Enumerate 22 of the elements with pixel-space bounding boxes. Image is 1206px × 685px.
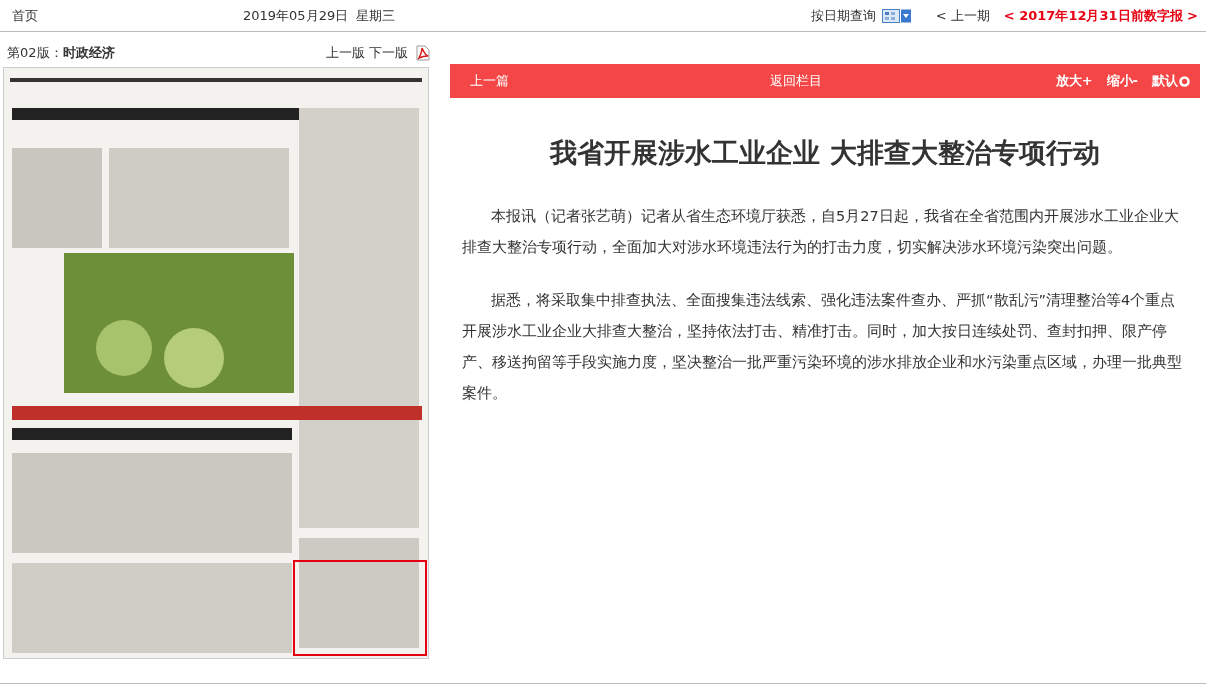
pdf-icon[interactable] (416, 45, 430, 61)
highlight-frame[interactable] (293, 560, 427, 656)
date-text: 2019年05月29日 (243, 6, 349, 25)
next-page-link[interactable]: 下一版 (369, 44, 408, 62)
reset-button[interactable]: 默认 (1152, 72, 1190, 90)
article-paragraph: 据悉，将采取集中排查执法、全面搜集违法线索、强化违法案件查办、严抓“散乱污”清理整治等4个重点开展涉水工业企业大排查大整治，坚持依法打击、精准打击。同时，加大按日连续处罚、查封扣押、限产停产、移送拘留等手段实施力度，坚决整治一批严重污染环境的涉水排放企业和水污染重点区域，办理一批典型案件。 (462, 291, 1183, 403)
previous-page-link[interactable]: 上一版 (326, 44, 365, 62)
article-title: 我省开展涉水工业企业 大排查大整治专项行动 (548, 136, 1101, 170)
previous-article-link[interactable]: 上一篇 (470, 72, 770, 90)
page-name: 时政经济 (62, 44, 115, 62)
archive-link[interactable]: < 2017年12月31日前数字报 > (1003, 6, 1198, 25)
date-query-label: 按日期查询 (810, 6, 876, 25)
previous-issue-link[interactable]: < 上一期 (935, 6, 990, 25)
weekday-text: 星期三 (356, 6, 396, 25)
article-paragraph: 本报讯（记者张艺萌）记者从省生态环境厅获悉，自5月27日起，我省在全省范围内开展涉水工业企业大排查大整治专项行动，全面加大对涉水环境违法行为的打击力度，切实解决涉水环境污染突出问题。 (462, 207, 1180, 257)
zoom-out-button[interactable]: 缩小- (1106, 72, 1138, 90)
calendar-dropdown-icon[interactable] (881, 8, 912, 23)
back-to-column-link[interactable]: 返回栏目 (770, 72, 1056, 90)
page-number: 第02版： (7, 44, 63, 62)
circle-icon (1179, 75, 1190, 87)
zoom-in-button[interactable]: 放大+ (1055, 72, 1093, 90)
home-link[interactable]: 首页 (12, 6, 38, 25)
